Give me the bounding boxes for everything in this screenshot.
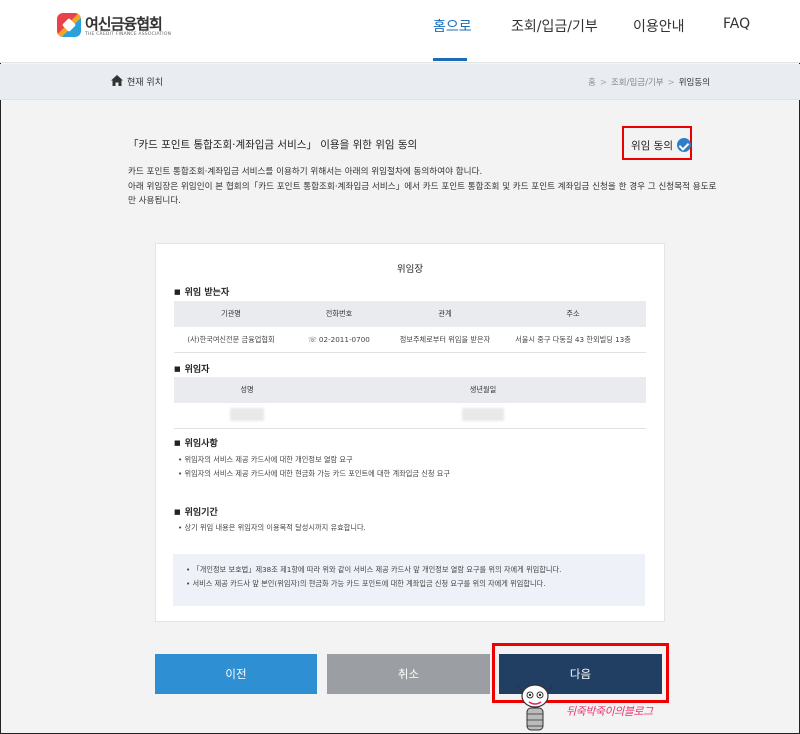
column-header: 기관명: [174, 301, 288, 327]
breadcrumb-bar: 현재 위치 홈 > 조회/입금/기부 > 위임동의: [0, 64, 800, 100]
org-name-cell: (사)한국여신전문 금융업협회: [174, 327, 288, 353]
redacted-birthdate: [462, 408, 504, 421]
column-header: 전화번호: [288, 301, 390, 327]
page-title: 「카드 포인트 통합조회·계좌입금 서비스」 이용을 위한 위임 동의: [128, 139, 418, 151]
list-item: • 서비스 제공 카드사 앞 본인(위임자)의 현금화 가능 카드 포인트에 대…: [186, 578, 546, 588]
logo-name: 여신금융협회: [85, 15, 163, 33]
nav-guide[interactable]: 이용안내: [633, 16, 685, 36]
table-header-row: 기관명 전화번호 관계 주소: [174, 301, 646, 327]
mascot-icon: [516, 684, 554, 731]
list-item: • 상기 위임 내용은 위임자의 이용목적 달성시까지 유효합니다.: [178, 523, 366, 532]
address-cell: 서울시 중구 다동길 43 한외빌딩 13층: [500, 327, 646, 353]
period-heading: 위임기간: [174, 505, 218, 518]
column-header: 주소: [500, 301, 646, 327]
recipient-heading: 위임 받는자: [174, 285, 230, 298]
redacted-name: [230, 408, 264, 421]
site-logo[interactable]: 여신금융협회 THE CREDIT FINANCE ASSOCIATION: [57, 13, 207, 43]
name-cell: [174, 403, 320, 429]
column-header: 관계: [390, 301, 500, 327]
table-row: [174, 403, 646, 429]
consent-label: 위임 동의: [631, 140, 673, 152]
home-icon: [111, 75, 123, 86]
check-circle-icon[interactable]: [677, 138, 691, 152]
phone-cell: ☏ 02-2011-0700: [288, 327, 390, 353]
blog-watermark: 뒤죽박죽이의블로그: [566, 705, 653, 718]
recipient-table: 기관명 전화번호 관계 주소 (사)한국여신전문 금융업협회 ☏ 02-2011-…: [174, 301, 646, 353]
matters-list: • 위임자의 서비스 제공 카드사에 대한 개인정보 열람 요구 • 위임자의 …: [178, 453, 450, 480]
list-item: • 위임자의 서비스 제공 카드사에 대한 개인정보 열람 요구: [178, 455, 353, 464]
table-row: (사)한국여신전문 금융업협회 ☏ 02-2011-0700 정보주체로부터 위임…: [174, 327, 646, 353]
list-item: • 「개인정보 보호법」제38조 제1항에 따라 위와 같이 서비스 제공 카드…: [186, 565, 562, 574]
breadcrumb-inquiry[interactable]: 조회/입금/기부: [611, 78, 664, 88]
logo-mark-icon: [57, 13, 81, 37]
delegator-table: 성명 생년월일: [174, 377, 646, 429]
breadcrumb-home[interactable]: 홈: [588, 78, 596, 88]
prev-button[interactable]: 이전: [155, 654, 317, 694]
delegation-letter: 위임장 위임 받는자 기관명 전화번호 관계 주소 (사)한국여신전문 금융업협…: [155, 243, 665, 622]
intro-description: 카드 포인트 통합조회·계좌입금 서비스를 이용하기 위해서는 아래의 위임절차…: [128, 165, 718, 209]
intro-line: 아래 위임장은 위임인이 본 협회의「카드 포인트 통합조회·계좌입금 서비스」…: [128, 181, 717, 207]
column-header: 성명: [174, 377, 320, 403]
cancel-button[interactable]: 취소: [327, 654, 490, 694]
relation-cell: 정보주체로부터 위임을 받은자: [390, 327, 500, 353]
phone-icon: ☏: [308, 336, 317, 344]
column-header: 생년월일: [320, 377, 646, 403]
phone-number: 02-2011-0700: [318, 335, 370, 344]
notice-list: • 「개인정보 보호법」제38조 제1항에 따라 위와 같이 서비스 제공 카드…: [186, 563, 561, 590]
list-item: • 위임자의 서비스 제공 카드사에 대한 현금화 가능 카드 포인트에 대한 …: [178, 468, 451, 478]
nav-inquiry-deposit-donate[interactable]: 조회/입금/기부: [511, 16, 598, 36]
logo-subtitle: THE CREDIT FINANCE ASSOCIATION: [85, 32, 172, 37]
delegation-notice: • 「개인정보 보호법」제38조 제1항에 따라 위와 같이 서비스 제공 카드…: [173, 554, 645, 606]
consent-checkbox[interactable]: 위임 동의: [622, 126, 692, 160]
current-location-label: 현재 위치: [127, 78, 163, 88]
breadcrumb: 홈 > 조회/입금/기부 > 위임동의: [588, 76, 710, 88]
letter-title: 위임장: [396, 264, 424, 275]
breadcrumb-current: 위임동의: [678, 78, 710, 88]
breadcrumb-separator-icon: >: [667, 78, 675, 88]
delegator-heading: 위임자: [174, 362, 210, 375]
breadcrumb-separator-icon: >: [599, 78, 607, 88]
matters-heading: 위임사항: [174, 436, 218, 449]
intro-line: 카드 포인트 통합조회·계좌입금 서비스를 이용하기 위해서는 아래의 위임절차…: [128, 167, 483, 177]
nav-faq[interactable]: FAQ: [723, 16, 750, 32]
site-header: 여신금융협회 THE CREDIT FINANCE ASSOCIATION 홈으…: [0, 0, 800, 63]
nav-active-indicator: [433, 58, 467, 61]
birthdate-cell: [320, 403, 646, 429]
nav-home[interactable]: 홈으로: [433, 16, 472, 36]
table-header-row: 성명 생년월일: [174, 377, 646, 403]
period-list: • 상기 위임 내용은 위임자의 이용목적 달성시까지 유효합니다.: [178, 521, 366, 535]
